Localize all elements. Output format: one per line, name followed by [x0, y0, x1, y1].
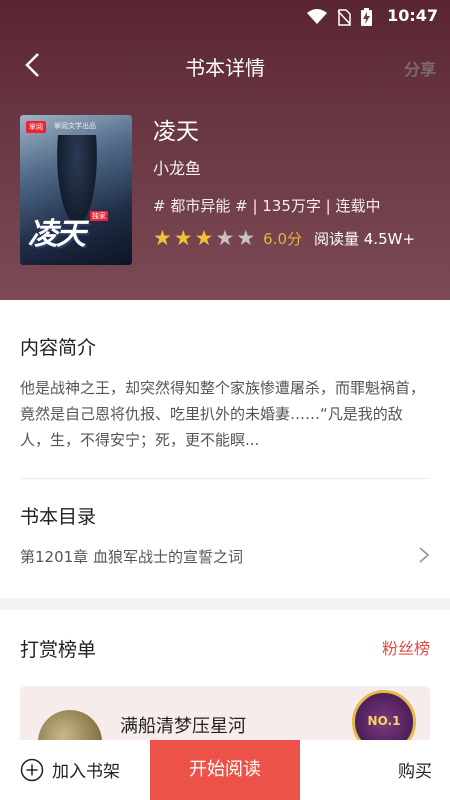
book-author[interactable]: 小龙鱼 [153, 155, 380, 179]
wifi-icon [307, 9, 327, 24]
star-icon: ★ [173, 226, 193, 250]
rewards-heading: 打赏榜单 [20, 639, 97, 661]
star-icon: ★ [194, 226, 214, 250]
navbar: 书本详情 分享 [0, 40, 450, 90]
catalog-heading: 书本目录 [20, 506, 97, 528]
top-reward-name: 满船清梦压星河 [120, 716, 246, 737]
cover-publisher-badge: 掌阅 [26, 121, 46, 133]
latest-chapter-link[interactable]: 第1201章 血狼军战士的宣誓之词 [20, 546, 243, 567]
book-info: 凌天 小龙鱼 # 都市异能 # | 135万字 | 连载中 [153, 112, 380, 216]
read-count: 阅读量 4.5W+ [314, 230, 416, 248]
share-button[interactable]: 分享 [404, 56, 436, 80]
cover-title: 凌天 [28, 217, 86, 252]
cover-subtitle: 掌阅文学出品 [54, 122, 96, 130]
synopsis-heading: 内容简介 [20, 337, 97, 359]
star-icon: ★ [236, 226, 256, 250]
star-icon: ★ [215, 226, 235, 250]
add-to-shelf-label: 加入书架 [52, 762, 120, 782]
status-icons [307, 8, 372, 26]
synopsis-text[interactable]: 他是战神之王，却突然得知整个家族惨遭屠杀，而罪魁祸首，竟然是自己恩将仇报、吃里扒… [20, 375, 432, 453]
buy-button[interactable]: 购买 [398, 757, 432, 782]
plus-circle-icon [20, 758, 44, 781]
star-rating: ★ ★ ★ ★ ★ [153, 228, 255, 249]
page-title: 书本详情 [185, 56, 265, 80]
add-to-shelf-button[interactable]: 加入书架 [20, 757, 120, 782]
fans-ranking-link[interactable]: 粉丝榜 [382, 635, 430, 659]
battery-charging-icon [361, 8, 372, 26]
cover-tag: 独家 [90, 211, 108, 221]
chevron-right-icon[interactable] [418, 546, 430, 564]
section-divider [20, 478, 430, 479]
book-meta: # 都市异能 # | 135万字 | 连载中 [153, 197, 381, 215]
rating-row: ★ ★ ★ ★ ★ 6.0分 阅读量 4.5W+ [153, 228, 415, 249]
no-sim-icon [337, 8, 351, 26]
status-time: 10:47 [387, 6, 438, 25]
bottom-action-bar: 加入书架 开始阅读 购买 [0, 740, 450, 800]
book-cover[interactable]: 掌阅 掌阅文学出品 独家 凌天 [20, 115, 132, 265]
book-title: 凌天 [153, 119, 199, 145]
status-bar: 10:47 [0, 0, 450, 32]
start-reading-button[interactable]: 开始阅读 [150, 740, 300, 800]
rating-score: 6.0分 [263, 230, 302, 248]
star-icon: ★ [153, 226, 172, 250]
